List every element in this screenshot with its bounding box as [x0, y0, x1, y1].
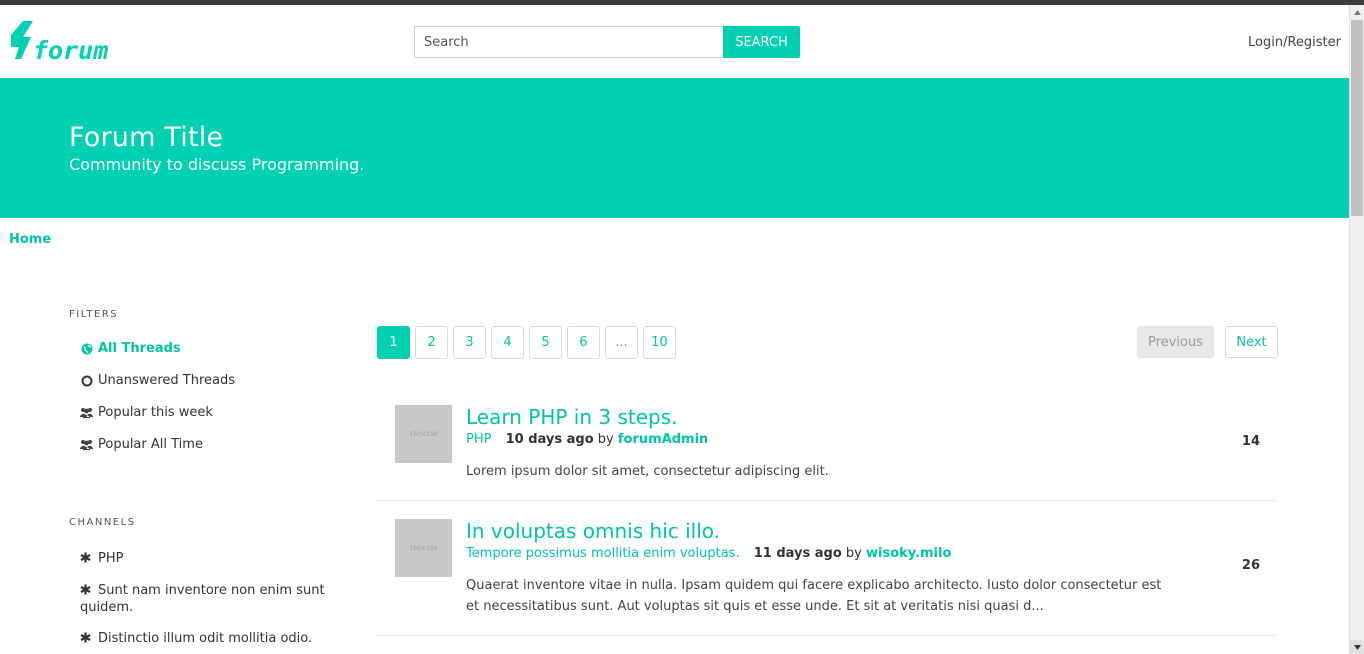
filters-heading: FILTERS — [69, 309, 119, 320]
filter-label: Popular All Time — [98, 437, 203, 452]
page-button-1[interactable]: 1 — [377, 326, 410, 359]
users-icon — [80, 438, 93, 451]
thread-time: 10 days ago — [505, 432, 594, 447]
search-form: SEARCH — [414, 26, 800, 58]
thread-by: by — [845, 546, 862, 561]
circle-outline-icon — [80, 374, 93, 387]
next-page-button[interactable]: Next — [1225, 326, 1278, 358]
page-button-3[interactable]: 3 — [453, 326, 486, 359]
page-button-2[interactable]: 2 — [415, 326, 448, 359]
channel-item[interactable]: PHP — [80, 550, 330, 567]
channel-item[interactable]: Sunt nam inventore non enim sunt quidem. — [80, 582, 330, 616]
thumbnail-placeholder-text: 150×150 — [409, 430, 438, 438]
thread-thumbnail[interactable]: 150×150 — [395, 519, 452, 577]
page-scrollbar[interactable] — [1349, 5, 1364, 654]
breadcrumb-home[interactable]: Home — [9, 232, 51, 247]
reply-count: 26 — [1241, 558, 1260, 573]
thread-meta: PHP 10 days ago by forumAdmin — [466, 432, 708, 447]
asterisk-icon — [80, 631, 93, 643]
hero-banner: Forum Title Community to discuss Program… — [0, 78, 1349, 218]
thread-meta: Tempore possimus mollitia enim voluptas.… — [466, 546, 951, 561]
thumbnail-placeholder-text: 150×150 — [409, 544, 438, 552]
page-ellipsis: ... — [605, 326, 638, 359]
scroll-down-arrow-icon[interactable] — [1350, 640, 1364, 654]
thread-title-link[interactable]: In voluptas omnis hic illo. — [466, 519, 720, 543]
search-button[interactable]: SEARCH — [723, 26, 800, 58]
forum-title: Forum Title — [69, 122, 224, 153]
thread-time: 11 days ago — [753, 546, 842, 561]
login-register-link[interactable]: Login/Register — [1248, 35, 1341, 50]
logo-text: forum — [33, 36, 108, 65]
globe-icon — [80, 342, 93, 355]
scrollbar-thumb[interactable] — [1351, 20, 1363, 216]
thread-thumbnail[interactable]: 150×150 — [395, 405, 452, 463]
thread-channel-link[interactable]: PHP — [466, 432, 491, 447]
thread-title-link[interactable]: Learn PHP in 3 steps. — [466, 405, 677, 429]
channels-heading: CHANNELS — [69, 517, 136, 528]
channel-label: Sunt nam inventore non enim sunt quidem. — [80, 583, 325, 615]
forum-subtitle: Community to discuss Programming. — [69, 155, 365, 174]
filter-popular-all-time[interactable]: Popular All Time — [80, 437, 203, 452]
page-button-5[interactable]: 5 — [529, 326, 562, 359]
logo-icon: forum — [11, 21, 108, 65]
site-logo[interactable]: forum — [7, 19, 127, 65]
filter-popular-week[interactable]: Popular this week — [80, 405, 213, 420]
reply-count: 14 — [1241, 434, 1260, 449]
sidebar: FILTERS — [69, 309, 329, 320]
thread-item: 150×150 In voluptas omnis hic illo. Temp… — [377, 501, 1278, 636]
thread-excerpt: Quaerat inventore vitae in nulla. Ipsam … — [466, 578, 1162, 614]
navbar: forum SEARCH Login/Register — [0, 5, 1349, 78]
asterisk-icon — [80, 583, 93, 595]
thread-author-link[interactable]: forumAdmin — [618, 432, 708, 447]
filter-unanswered-threads[interactable]: Unanswered Threads — [80, 373, 235, 388]
scroll-up-arrow-icon[interactable] — [1350, 5, 1364, 19]
users-icon — [80, 406, 93, 419]
thread-item: 150×150 Learn PHP in 3 steps. PHP 10 day… — [377, 392, 1278, 501]
thread-excerpt: Lorem ipsum dolor sit amet, consectetur … — [466, 464, 829, 479]
channel-label: PHP — [98, 551, 124, 566]
filter-all-threads[interactable]: All Threads — [80, 341, 181, 356]
filter-label: Popular this week — [98, 405, 213, 420]
thread-by: by — [597, 432, 614, 447]
channel-item[interactable]: Distinctio illum odit mollitia odio. — [80, 630, 330, 647]
page-button-6[interactable]: 6 — [567, 326, 600, 359]
search-input[interactable] — [414, 26, 723, 58]
pagination: 1 2 3 4 5 6 ... 10 — [377, 326, 681, 359]
thread-author-link[interactable]: wisoky.milo — [866, 546, 951, 561]
page-button-4[interactable]: 4 — [491, 326, 524, 359]
filter-label: All Threads — [98, 341, 181, 356]
filter-label: Unanswered Threads — [98, 373, 236, 388]
asterisk-icon — [80, 551, 93, 563]
page-button-10[interactable]: 10 — [643, 326, 676, 359]
channel-label: Distinctio illum odit mollitia odio. — [98, 631, 313, 646]
thread-channel-link[interactable]: Tempore possimus mollitia enim voluptas. — [466, 546, 740, 561]
previous-page-button[interactable]: Previous — [1137, 326, 1214, 358]
